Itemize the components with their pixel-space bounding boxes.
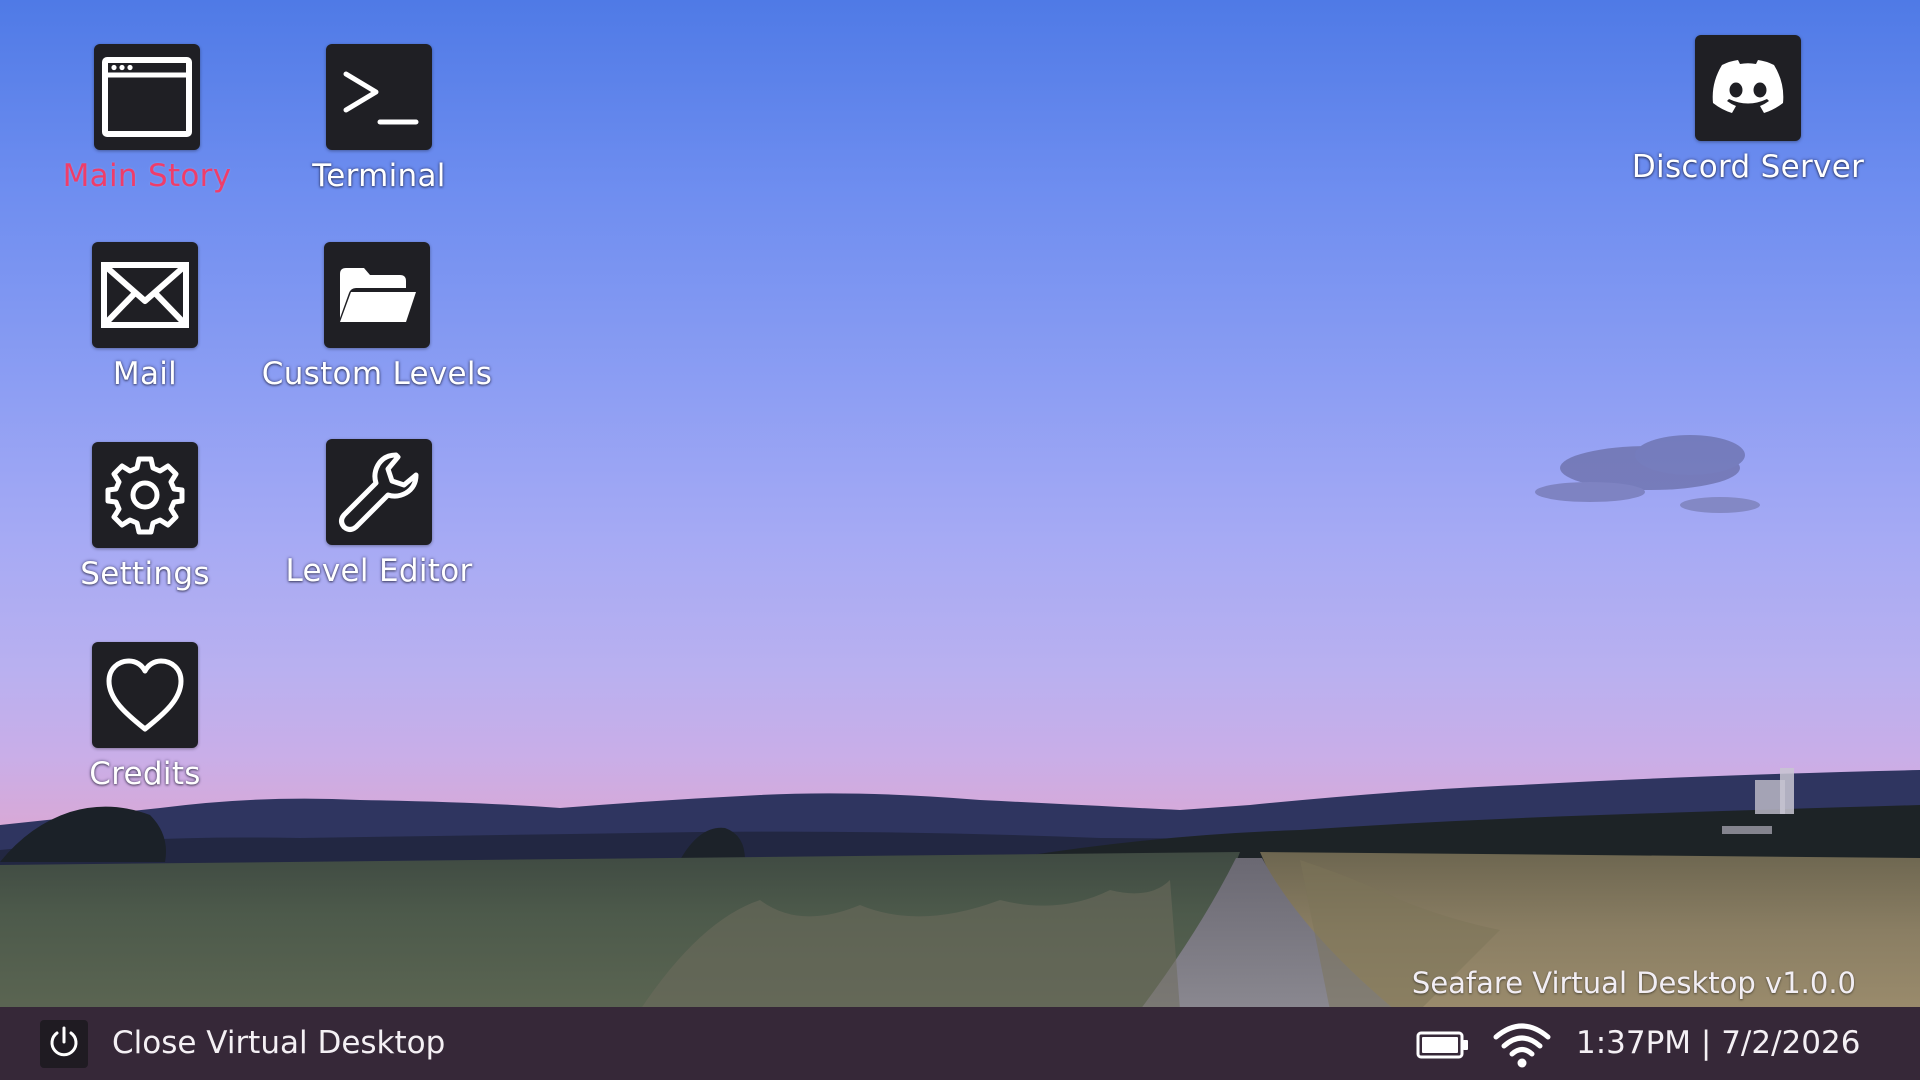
gear-icon [92, 442, 198, 548]
wifi-icon [1492, 1019, 1552, 1073]
desktop-icon-custom-levels[interactable]: Custom Levels [247, 242, 507, 392]
desktop-icon-terminal[interactable]: Terminal [249, 44, 509, 194]
taskbar-clock: 1:37PM | 7/2/2026 [1576, 1025, 1861, 1061]
power-button[interactable] [40, 1020, 88, 1068]
desktop-icon-label: Mail [112, 356, 178, 392]
desktop-icon-level-editor[interactable]: Level Editor [249, 439, 509, 589]
desktop-icon-settings[interactable]: Settings [15, 442, 275, 592]
desktop-icon-mail[interactable]: Mail [15, 242, 275, 392]
desktop-icon-main-story[interactable]: Main Story [17, 44, 277, 194]
desktop-icon-label: Discord Server [1631, 149, 1865, 185]
cloud [1535, 435, 1760, 513]
desktop: Main Story Terminal Mail Custom Levels S… [0, 0, 1920, 1080]
taskbar: Close Virtual Desktop 1:37PM | 7/2/2026 [0, 1007, 1920, 1080]
terminal-icon [326, 44, 432, 150]
power-icon [46, 1024, 82, 1064]
desktop-icon-label: Terminal [312, 158, 446, 194]
desktop-icon-label: Settings [80, 556, 210, 592]
version-label: Seafare Virtual Desktop v1.0.0 [1411, 966, 1856, 1000]
desktop-icon-label: Credits [89, 756, 201, 792]
desktop-icon-credits[interactable]: Credits [15, 642, 275, 792]
battery-icon [1416, 1031, 1470, 1063]
desktop-icon-discord-server[interactable]: Discord Server [1608, 35, 1888, 185]
discord-icon [1695, 35, 1801, 141]
desktop-icon-label: Custom Levels [261, 356, 493, 392]
desktop-icon-label: Main Story [62, 158, 232, 194]
wrench-icon [326, 439, 432, 545]
heart-icon [92, 642, 198, 748]
close-virtual-desktop-button[interactable]: Close Virtual Desktop [112, 1025, 445, 1061]
window-icon [94, 44, 200, 150]
folder-icon [324, 242, 430, 348]
mail-icon [92, 242, 198, 348]
desktop-icon-label: Level Editor [285, 553, 473, 589]
